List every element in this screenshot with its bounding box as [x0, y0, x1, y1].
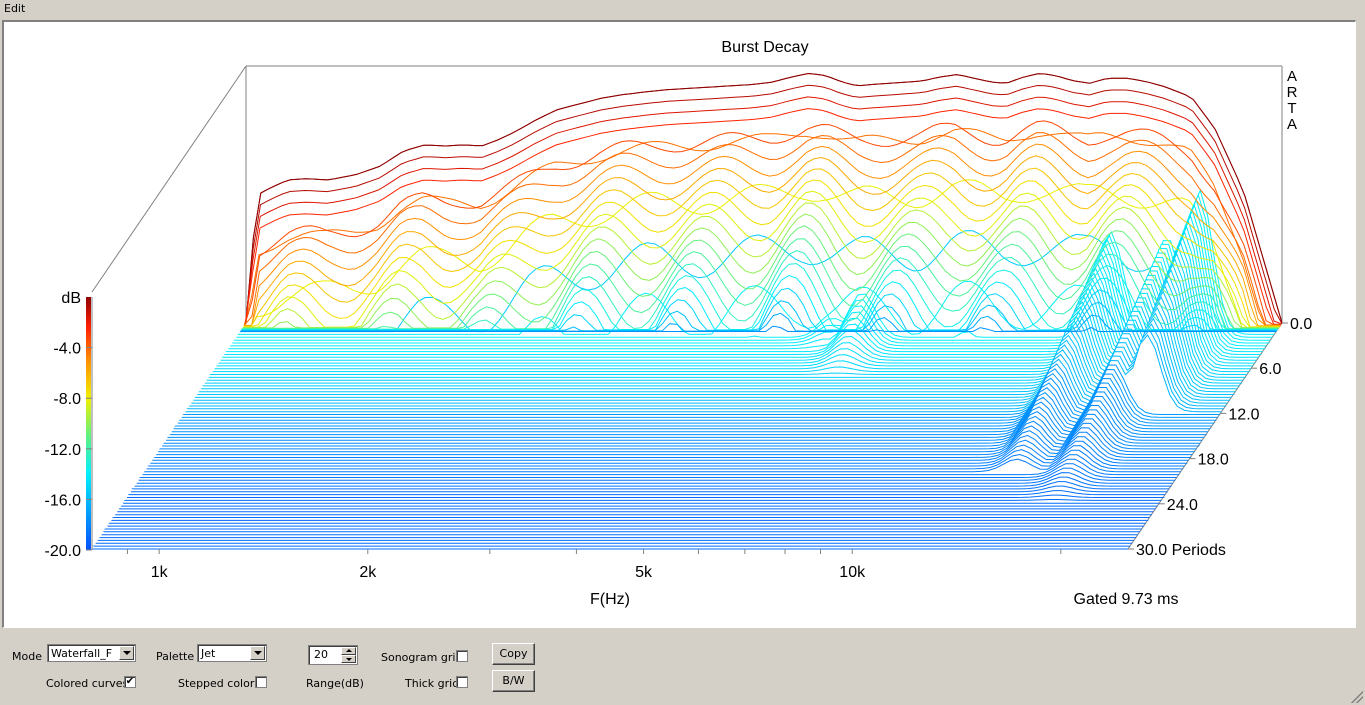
- watermark-letter: A: [1287, 68, 1297, 85]
- checkmark-icon: ✔: [125, 676, 135, 687]
- slice-curve: [131, 481, 1170, 490]
- range-label: Range(dB): [306, 677, 364, 690]
- spin-up-icon[interactable]: [341, 647, 356, 655]
- slice-curve: [123, 499, 1162, 501]
- palette-label: Palette: [156, 650, 195, 663]
- gate-annotation: Gated 9.73 ms: [1074, 591, 1179, 608]
- palette-value: Jet: [201, 647, 216, 660]
- colored-curves-label: Colored curves: [46, 677, 129, 690]
- mode-dropdown-icon[interactable]: [119, 646, 134, 660]
- x-axis-label: F(Hz): [590, 591, 630, 608]
- x-tick-label: 2k: [359, 564, 377, 581]
- colorbar-tick-label: -4.0: [53, 341, 81, 358]
- x-tick-label: 1k: [151, 564, 169, 581]
- slice-mask: [134, 477, 1171, 487]
- x-tick-label: 5k: [635, 564, 653, 581]
- palette-dropdown-icon[interactable]: [250, 646, 265, 660]
- plot-area: Burst Decay ARTA dB -4.0 -8.0 -12.0 -16.0 -20…: [2, 20, 1356, 628]
- thick-grid-checkbox[interactable]: [456, 676, 468, 688]
- slice-curve: [134, 476, 1172, 487]
- colorbar-tick-label: -20.0: [45, 543, 82, 560]
- mode-label: Mode: [12, 650, 42, 663]
- arta-watermark: ARTA: [1287, 68, 1298, 133]
- watermark-letter: R: [1287, 84, 1298, 101]
- colorbar: dB -4.0 -8.0 -12.0 -16.0 -20.0: [45, 290, 93, 560]
- waterfall-curves: [92, 72, 1283, 550]
- spin-down-icon[interactable]: [341, 655, 356, 663]
- z-tick-label: 24.0: [1167, 497, 1198, 514]
- slice-mask: [129, 490, 1166, 495]
- copy-button[interactable]: Copy: [492, 643, 535, 665]
- colorbar-gradient: [86, 297, 91, 550]
- z-tick-label: 30.0 Periods: [1136, 542, 1226, 559]
- z-tick-label: 0.0: [1290, 316, 1312, 333]
- range-value: 20: [314, 648, 328, 661]
- slice-curve: [127, 490, 1166, 496]
- z-tick-label: 12.0: [1228, 406, 1259, 423]
- x-axis: 1k 2k 5k 10k: [126, 549, 1062, 581]
- x-tick-label: 10k: [839, 564, 866, 581]
- menu-bar: Edit: [0, 0, 1365, 18]
- thick-grid-label: Thick grid: [405, 677, 460, 690]
- colored-curves-checkbox[interactable]: ✔: [124, 676, 136, 688]
- menu-edit[interactable]: Edit: [4, 2, 25, 15]
- mode-value: Waterfall_F: [51, 647, 113, 660]
- sonogram-grid-label: Sonogram grid: [381, 651, 463, 664]
- colorbar-tick-label: -16.0: [45, 492, 82, 509]
- resize-grip[interactable]: [1351, 691, 1363, 703]
- range-spinner[interactable]: 20: [308, 645, 358, 665]
- colorbar-tick-label: -12.0: [45, 442, 82, 459]
- watermark-letter: A: [1287, 116, 1297, 133]
- bw-button[interactable]: B/W: [492, 670, 535, 692]
- watermark-letter: T: [1287, 100, 1296, 117]
- frame-diagonal: [91, 65, 247, 293]
- colorbar-unit-label: dB: [61, 290, 81, 307]
- z-tick-label: 18.0: [1198, 452, 1229, 469]
- stepped-colors-label: Stepped colors: [178, 677, 261, 690]
- stepped-colors-checkbox[interactable]: [255, 676, 267, 688]
- chart-title: Burst Decay: [721, 39, 808, 56]
- slice-curve: [126, 494, 1165, 498]
- waterfall-chart: Burst Decay ARTA dB -4.0 -8.0 -12.0 -16.0 -20…: [45, 39, 1313, 608]
- sonogram-grid-checkbox[interactable]: [456, 650, 468, 662]
- colorbar-tick-label: -8.0: [53, 391, 81, 408]
- palette-select[interactable]: Jet: [197, 644, 267, 662]
- mode-select[interactable]: Waterfall_F: [47, 644, 136, 662]
- slice-mask: [132, 481, 1169, 489]
- z-tick-label: 6.0: [1259, 361, 1281, 378]
